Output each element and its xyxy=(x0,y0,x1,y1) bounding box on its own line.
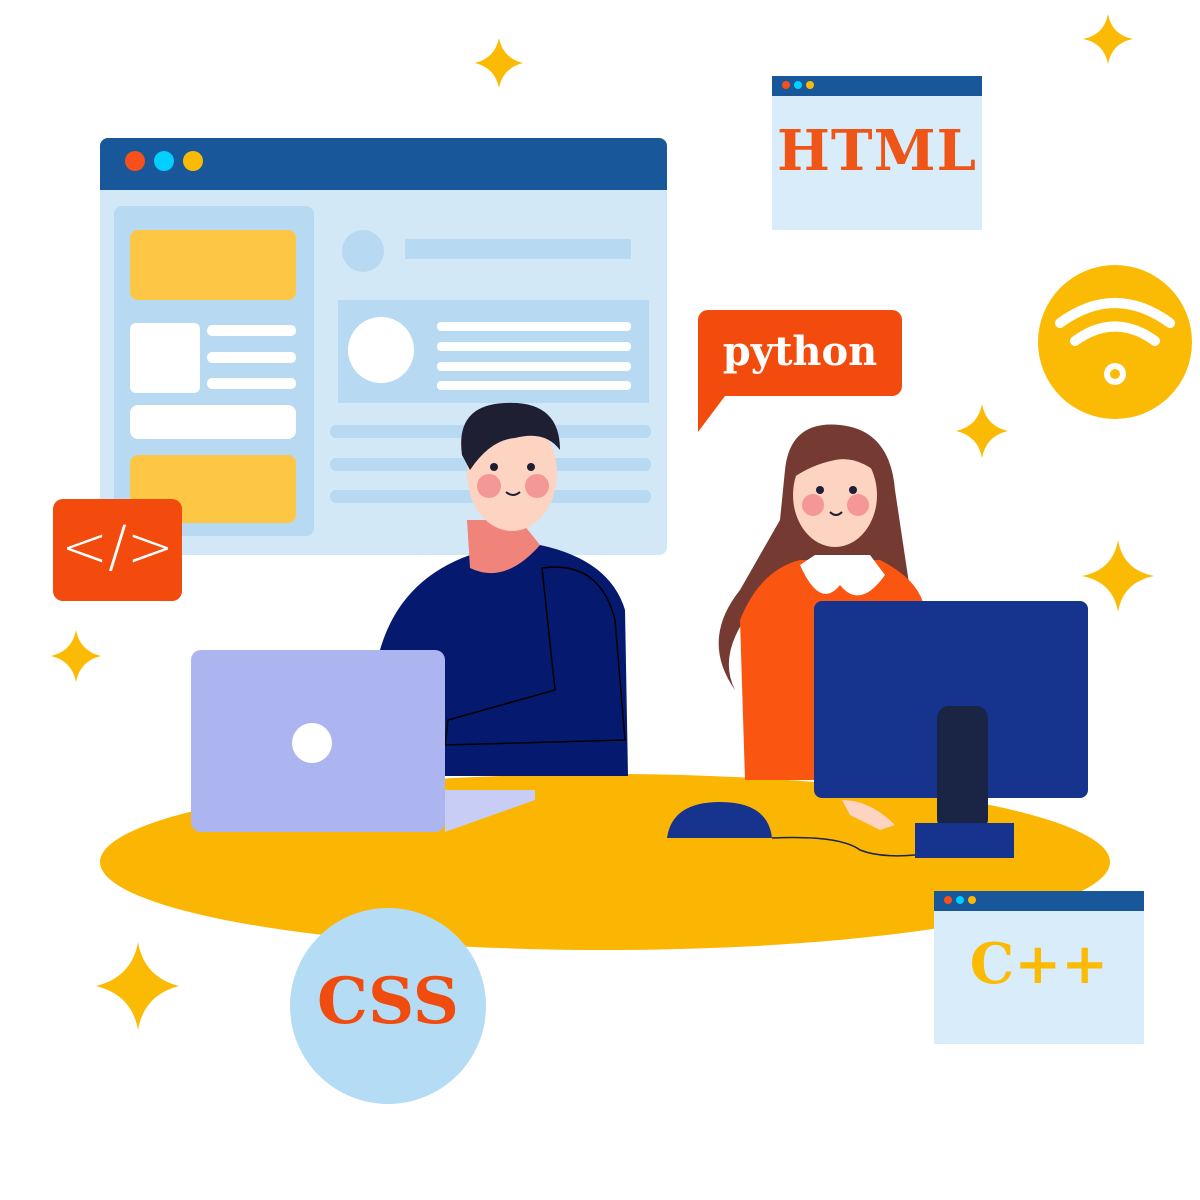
code-icon: </> xyxy=(61,515,174,580)
window-dot-yellow xyxy=(968,896,976,904)
sparkle-icon xyxy=(475,38,523,88)
code-badge: </> xyxy=(53,499,182,601)
wifi-dot-center xyxy=(1110,369,1120,379)
window-title-bar xyxy=(772,76,982,96)
card-avatar xyxy=(348,317,414,383)
content-line xyxy=(207,352,296,363)
illustration: HTML C++ python CSS </> xyxy=(0,0,1200,1200)
man-eye xyxy=(527,463,535,471)
sparkle-icon xyxy=(956,404,1008,458)
window-title-bar xyxy=(934,891,1144,911)
wifi-circle xyxy=(1038,265,1192,419)
window-dot-blue xyxy=(956,896,964,904)
card-line xyxy=(437,362,631,371)
card-line xyxy=(437,381,631,390)
content-line xyxy=(207,378,296,389)
css-badge: CSS xyxy=(290,908,486,1104)
window-dot-red xyxy=(782,81,790,89)
cpp-label: C++ xyxy=(969,931,1109,997)
woman-cheek xyxy=(847,494,869,516)
browser-content xyxy=(130,230,651,523)
card-line xyxy=(437,342,631,351)
avatar xyxy=(342,230,384,272)
content-block-yellow xyxy=(130,230,296,300)
laptop-logo xyxy=(292,723,332,763)
wifi-badge xyxy=(1038,265,1192,419)
sparkle-icon xyxy=(96,942,179,1030)
man-cheek xyxy=(477,474,501,498)
html-window: HTML xyxy=(772,76,982,230)
content-line xyxy=(207,325,296,336)
card-line xyxy=(437,322,631,331)
css-label: CSS xyxy=(317,964,459,1039)
window-dot-yellow xyxy=(806,81,814,89)
window-dot-red xyxy=(944,896,952,904)
window-dot-blue xyxy=(794,81,802,89)
monitor-base xyxy=(915,823,1014,858)
sparkle-icon xyxy=(1083,14,1133,64)
content-image xyxy=(130,323,200,393)
cpp-window: C++ xyxy=(934,891,1144,1044)
man-eye xyxy=(490,463,498,471)
sparkle-icon xyxy=(1082,540,1154,612)
man-cheek xyxy=(525,474,549,498)
python-label: python xyxy=(722,328,878,375)
monitor-stand xyxy=(937,706,988,831)
content-block-white xyxy=(130,405,296,439)
woman-eye xyxy=(849,486,857,494)
woman-eye xyxy=(816,486,824,494)
html-label: HTML xyxy=(777,118,977,184)
sparkle-icon xyxy=(51,630,101,682)
header-bar xyxy=(405,239,631,259)
woman-cheek xyxy=(802,494,824,516)
